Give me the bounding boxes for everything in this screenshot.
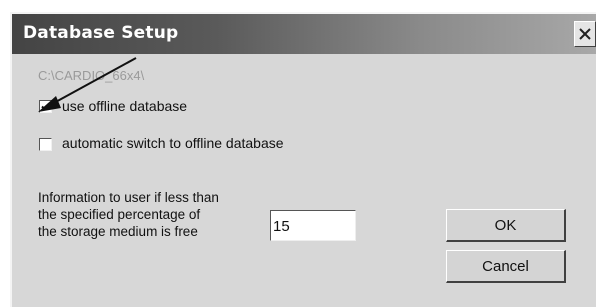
database-path-label: C:\CARDIO_66x4\ <box>38 68 145 83</box>
automatic-switch-label: automatic switch to offline database <box>62 135 284 151</box>
database-setup-dialog: Database Setup C:\CARDIO_66x4\ use offli… <box>10 12 596 307</box>
check-icon <box>41 102 50 111</box>
use-offline-database-label: use offline database <box>62 98 188 114</box>
use-offline-database-checkbox[interactable] <box>39 100 52 113</box>
automatic-switch-checkbox[interactable] <box>39 138 52 151</box>
close-icon <box>579 28 591 40</box>
percentage-input[interactable] <box>270 210 356 241</box>
ok-button[interactable]: OK <box>446 209 566 242</box>
dialog-title: Database Setup <box>23 23 179 43</box>
storage-info-line-3: the storage medium is free <box>38 224 198 239</box>
title-bar[interactable]: Database Setup <box>12 14 596 54</box>
storage-info-line-1: Information to user if less than <box>38 190 219 205</box>
storage-info-line-2: the specified percentage of <box>38 207 201 222</box>
cancel-button[interactable]: Cancel <box>446 250 566 283</box>
close-button[interactable] <box>574 21 596 47</box>
